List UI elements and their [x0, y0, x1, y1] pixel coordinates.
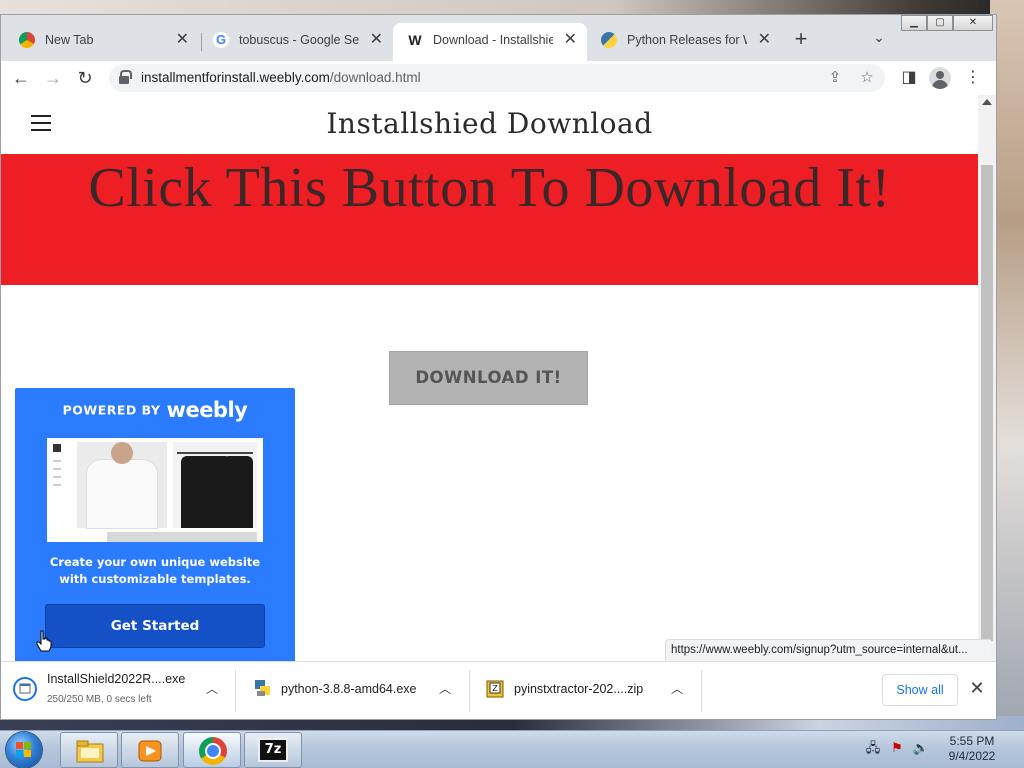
link-status-bubble: https://www.weebly.com/signup?utm_source…: [665, 639, 991, 661]
forward-arrow-icon[interactable]: →: [41, 66, 65, 90]
zip-archive-icon: Z: [486, 680, 504, 698]
start-button[interactable]: [6, 732, 42, 768]
banner-headline: Click This Button To Download It!: [88, 157, 891, 219]
google-icon: G: [213, 32, 229, 48]
taskbar-explorer[interactable]: [60, 732, 118, 768]
weebly-promo-card: POWERED BYweebly Create your own unique: [15, 388, 295, 661]
chevron-up-icon[interactable]: ︿: [437, 680, 453, 696]
network-icon[interactable]: 🖧: [864, 739, 882, 757]
download-item-pyinstxtractor[interactable]: Z pyinstxtractor-202....zip ︿: [469, 662, 701, 719]
windows-flag-icon: [16, 742, 32, 758]
page-scrollbar[interactable]: [978, 95, 996, 661]
get-started-button[interactable]: Get Started: [45, 604, 265, 648]
chevron-up-icon[interactable]: ︿: [204, 680, 220, 696]
profile-avatar-icon[interactable]: [929, 67, 951, 89]
site-title[interactable]: Installshied Download: [1, 107, 978, 140]
python-installer-icon: [255, 680, 270, 696]
tab-close-icon[interactable]: ✕: [758, 23, 771, 57]
download-shelf: InstallShield2022R....exe 250/250 MB, 0 …: [1, 661, 996, 719]
tab-strip: New Tab ✕ G tobuscus - Google Search ✕ W…: [1, 15, 996, 61]
promo-description: Create your own unique website with cust…: [49, 555, 261, 586]
chrome-icon: [199, 737, 227, 765]
reload-icon[interactable]: ↻: [73, 66, 97, 90]
tab-new-tab[interactable]: New Tab ✕: [5, 23, 199, 61]
page-viewport: Installshied Download Click This Button …: [1, 95, 978, 661]
tab-python-releases[interactable]: Python Releases for Windows ✕: [587, 23, 781, 61]
lock-icon[interactable]: [119, 70, 132, 84]
weebly-logo: weebly: [166, 398, 248, 422]
taskbar-chrome[interactable]: [183, 732, 241, 768]
python-icon: [601, 32, 617, 48]
bookmark-star-icon[interactable]: ☆: [857, 68, 877, 88]
action-center-flag-icon[interactable]: ⚑: [888, 739, 906, 757]
template-preview-image: [47, 438, 263, 542]
maximize-button[interactable]: ▢: [927, 15, 953, 31]
download-item-installshield[interactable]: InstallShield2022R....exe 250/250 MB, 0 …: [1, 662, 235, 719]
scrollbar-thumb[interactable]: [981, 165, 993, 641]
powered-by-weebly[interactable]: POWERED BY weebly: [15, 398, 295, 422]
red-banner: Click This Button To Download It!: [1, 154, 978, 285]
scroll-up-arrow-icon[interactable]: [982, 99, 992, 105]
taskbar-media-player[interactable]: [121, 732, 179, 768]
volume-icon[interactable]: 🔈: [912, 739, 930, 757]
site-header: Installshied Download: [1, 95, 978, 154]
minimize-button[interactable]: ▁: [901, 15, 927, 31]
media-player-icon: [138, 740, 162, 762]
close-window-button[interactable]: ✕: [953, 15, 993, 31]
download-it-button[interactable]: DOWNLOAD IT!: [389, 351, 588, 405]
svg-text:Z: Z: [492, 684, 498, 693]
tab-search-chevron-icon[interactable]: ⌄: [867, 29, 891, 49]
tab-close-icon[interactable]: ✕: [370, 23, 383, 57]
7zip-icon: 7z: [258, 738, 288, 762]
tab-close-icon[interactable]: ✕: [176, 23, 189, 57]
tab-download-installshield[interactable]: W Download - Installshield ✕: [393, 23, 587, 61]
url-path: /download.html: [329, 70, 421, 85]
tab-close-icon[interactable]: ✕: [564, 23, 577, 57]
folder-icon: [76, 740, 104, 763]
chevron-up-icon[interactable]: ︿: [669, 680, 685, 696]
back-arrow-icon[interactable]: ←: [9, 66, 33, 90]
download-item-python[interactable]: python-3.8.8-amd64.exe ︿: [235, 662, 469, 719]
taskbar-7zip[interactable]: 7z: [244, 732, 302, 768]
weebly-icon: W: [408, 32, 422, 48]
address-bar[interactable]: installmentforinstall.weebly.com/downloa…: [109, 64, 885, 92]
windows-taskbar: 7z 🖧 ⚑ 🔈 5:55 PM 9/4/2022: [0, 730, 1024, 768]
chrome-icon: [19, 32, 35, 48]
show-all-button[interactable]: Show all: [882, 674, 958, 706]
installer-file-icon: [13, 677, 37, 701]
close-shelf-icon[interactable]: ✕: [967, 676, 987, 700]
browser-toolbar: ← → ↻ installmentforinstall.weebly.com/d…: [1, 61, 996, 95]
browser-window: New Tab ✕ G tobuscus - Google Search ✕ W…: [0, 14, 997, 720]
taskbar-clock[interactable]: 5:55 PM 9/4/2022: [940, 734, 1004, 764]
share-icon[interactable]: ⇪: [825, 68, 845, 88]
url-host: installmentforinstall.weebly.com: [141, 70, 330, 85]
menu-kebab-icon[interactable]: ⋮: [961, 66, 985, 90]
hand-cursor-icon: [36, 630, 52, 652]
new-tab-button[interactable]: +: [789, 27, 813, 51]
side-panel-icon[interactable]: ◨: [897, 66, 921, 90]
tab-google-search[interactable]: G tobuscus - Google Search ✕: [199, 23, 393, 61]
